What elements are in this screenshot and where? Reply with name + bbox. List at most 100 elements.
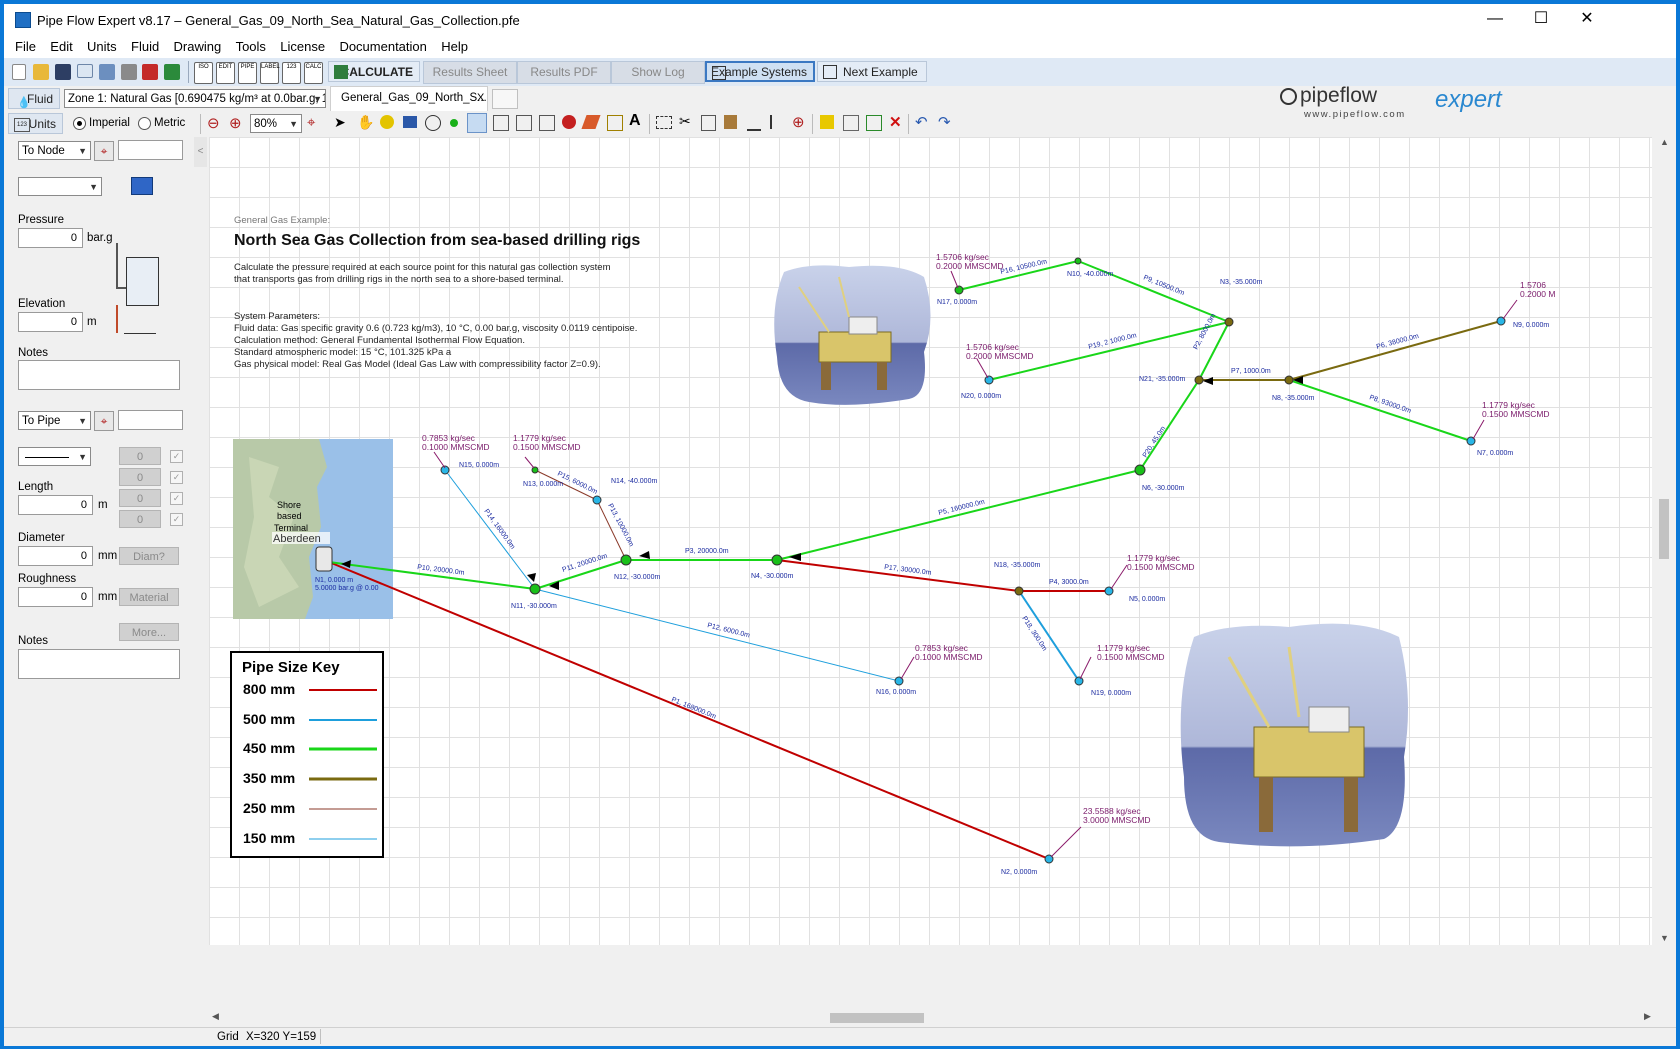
node-n3[interactable] — [1224, 317, 1234, 327]
pdf-icon[interactable] — [142, 64, 158, 80]
menu-documentation[interactable]: Documentation — [339, 36, 426, 54]
zoom-select[interactable]: 80% ▼ — [250, 114, 302, 133]
fluid-button[interactable]: 💧 Fluid — [8, 88, 60, 109]
pointer-icon[interactable]: ➤ — [334, 114, 346, 131]
collapse-panel-button[interactable]: < — [194, 137, 207, 167]
menu-drawing[interactable]: Drawing — [174, 36, 222, 54]
valve-icon[interactable] — [493, 115, 509, 131]
cut-icon[interactable]: ✂ — [679, 113, 691, 130]
minimize-button[interactable]: — — [1472, 4, 1518, 36]
pipe-p1[interactable] — [328, 561, 1050, 860]
new-tab-icon[interactable] — [492, 89, 518, 109]
close-button[interactable]: ✕ — [1564, 4, 1610, 36]
tab-close-icon[interactable]: X — [477, 92, 484, 104]
components-count[interactable]: 0 — [119, 468, 161, 486]
control-valve-icon[interactable] — [607, 115, 623, 131]
tank-type-icon[interactable] — [131, 177, 153, 195]
node-n17[interactable] — [954, 285, 964, 295]
zoom-target-icon[interactable]: ⌖ — [307, 114, 315, 131]
node-n6[interactable] — [1134, 464, 1146, 476]
pump-icon[interactable] — [562, 115, 576, 129]
align-icon[interactable] — [843, 115, 859, 131]
length-input[interactable]: 0 — [18, 495, 93, 515]
find-icon[interactable]: ⊕ — [792, 113, 805, 131]
tab-document[interactable]: General_Gas_09_North_S... X — [330, 86, 488, 111]
maximize-button[interactable]: ☐ — [1518, 4, 1564, 36]
pipe-p18[interactable] — [1018, 590, 1080, 682]
fittings-count[interactable]: 0 — [119, 447, 161, 465]
node-n11[interactable] — [529, 583, 541, 595]
delete-icon[interactable]: ✕ — [889, 113, 902, 131]
valves-checkbox[interactable]: ✓ — [170, 492, 183, 505]
to-pipe-select[interactable]: To Pipe ▼ — [18, 411, 91, 430]
zoom-in-icon[interactable]: ⊕ — [229, 114, 242, 132]
node-n21[interactable] — [1194, 375, 1204, 385]
new-file-icon[interactable] — [12, 64, 26, 80]
copy-icon[interactable] — [701, 115, 716, 131]
pumps-count[interactable]: 0 — [119, 510, 161, 528]
horizontal-scrollbar[interactable]: ◀ ▶ — [209, 1009, 1656, 1027]
pressure-node-icon[interactable] — [425, 115, 441, 131]
pipe-id-field[interactable] — [118, 410, 183, 430]
image-icon[interactable] — [516, 115, 532, 131]
menu-fluid[interactable]: Fluid — [131, 36, 159, 54]
node-icon[interactable] — [450, 119, 458, 127]
scroll-up-icon[interactable]: ▲ — [1660, 137, 1669, 147]
save-icon[interactable] — [55, 64, 71, 80]
imperial-radio[interactable] — [73, 117, 86, 130]
material-button[interactable]: Material — [119, 588, 179, 606]
select-area-icon[interactable] — [656, 116, 672, 129]
elevation-input[interactable]: 0 — [18, 312, 83, 332]
redo-icon[interactable]: ↷ — [938, 113, 951, 131]
menu-tools[interactable]: Tools — [236, 36, 266, 54]
node-n4[interactable] — [771, 554, 783, 566]
node-n13[interactable] — [531, 466, 539, 474]
pipe-p17[interactable] — [776, 559, 1020, 592]
menu-file[interactable]: File — [15, 36, 36, 54]
example-systems-button[interactable]: Example Systems — [705, 61, 815, 82]
spreadsheet-icon[interactable] — [164, 64, 180, 80]
node-n20[interactable] — [984, 375, 994, 385]
export-icon[interactable] — [99, 64, 115, 80]
more-button[interactable]: More... — [119, 623, 179, 641]
results-pdf-button[interactable]: Results PDF — [517, 61, 611, 84]
diameter-input[interactable]: 0 — [18, 546, 93, 566]
pipe-p8[interactable] — [1288, 379, 1472, 442]
tank-icon[interactable] — [403, 116, 417, 128]
numbers-icon[interactable]: 123 — [282, 62, 301, 84]
node-target-icon[interactable]: ⌖ — [94, 141, 114, 161]
menu-license[interactable]: License — [280, 36, 325, 54]
print-icon[interactable] — [121, 64, 137, 80]
fittings-checkbox[interactable]: ✓ — [170, 450, 183, 463]
node-type-select[interactable]: ▼ — [18, 177, 102, 196]
line-style-select[interactable]: ▼ — [18, 447, 91, 466]
open-folder-icon[interactable] — [33, 64, 49, 80]
menu-units[interactable]: Units — [87, 36, 117, 54]
vertical-scroll-thumb[interactable] — [1659, 499, 1669, 559]
label-icon[interactable]: LABEL — [260, 62, 280, 84]
node-n14[interactable] — [592, 495, 602, 505]
scroll-right-icon[interactable]: ▶ — [1644, 1011, 1651, 1022]
pipe-notes-input[interactable] — [18, 649, 180, 679]
roughness-input[interactable]: 0 — [18, 587, 93, 607]
node-n1-tank[interactable] — [315, 546, 333, 572]
fitting-icon[interactable] — [581, 115, 601, 129]
scroll-down-icon[interactable]: ▼ — [1660, 933, 1669, 943]
node-n8[interactable] — [1284, 375, 1294, 385]
drawing-canvas[interactable]: General Gas Example: North Sea Gas Colle… — [209, 137, 1652, 945]
pan-hand-icon[interactable]: ✋ — [357, 114, 374, 131]
pipe-p6[interactable] — [1288, 320, 1502, 381]
diam-button[interactable]: Diam? — [119, 547, 179, 565]
node-n19[interactable] — [1074, 676, 1084, 686]
menu-help[interactable]: Help — [441, 36, 468, 54]
results-sheet-button[interactable]: Results Sheet — [423, 61, 517, 84]
next-example-button[interactable]: Next Example — [817, 61, 927, 82]
distribute-icon[interactable] — [866, 115, 882, 131]
text-icon[interactable]: A — [629, 112, 641, 130]
component-icon[interactable] — [539, 115, 555, 131]
pipe-target-icon[interactable]: ⌖ — [94, 411, 114, 431]
components-checkbox[interactable]: ✓ — [170, 471, 183, 484]
menu-edit[interactable]: Edit — [50, 36, 72, 54]
draw-pipe-icon[interactable] — [467, 113, 487, 133]
rotate-icon[interactable] — [770, 115, 786, 129]
